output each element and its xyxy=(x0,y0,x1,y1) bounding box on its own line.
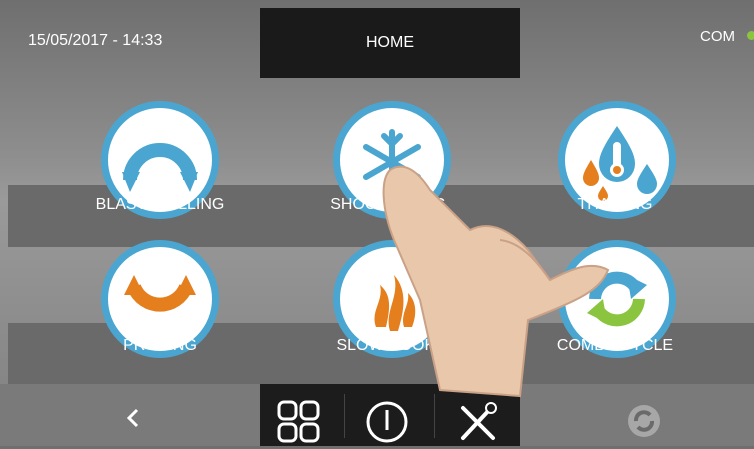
program-label: SLOW COOKI xyxy=(336,337,440,354)
program-label: COMBY CYCLE xyxy=(556,337,674,354)
program-label: PROVING xyxy=(123,337,197,354)
settings-button[interactable] xyxy=(455,400,501,449)
program-label: BLAST CHILLING xyxy=(95,196,225,213)
program-label: THAWING xyxy=(577,196,653,213)
datetime: 15/05/2017 - 14:33 xyxy=(28,32,163,49)
com-status: COM xyxy=(700,28,735,45)
page-title: HOME xyxy=(366,34,414,51)
back-chevron-icon xyxy=(126,408,139,428)
power-icon xyxy=(366,401,408,443)
status-led-icon xyxy=(747,31,754,40)
cycle-icon xyxy=(628,405,660,437)
proving-icon xyxy=(124,275,196,312)
tools-icon xyxy=(461,402,497,440)
nav-divider xyxy=(434,394,435,438)
cycle-button[interactable] xyxy=(626,403,662,444)
power-button[interactable] xyxy=(364,400,410,449)
back-button[interactable] xyxy=(118,403,148,438)
comby-cycle-icon xyxy=(587,271,647,327)
grid-icon xyxy=(277,400,320,443)
menu-button[interactable] xyxy=(276,400,322,449)
flame-icon xyxy=(374,275,416,331)
program-label: SHOCK R ZING xyxy=(330,196,446,213)
home-tab[interactable]: HOME xyxy=(260,8,520,78)
nav-divider xyxy=(344,394,345,438)
